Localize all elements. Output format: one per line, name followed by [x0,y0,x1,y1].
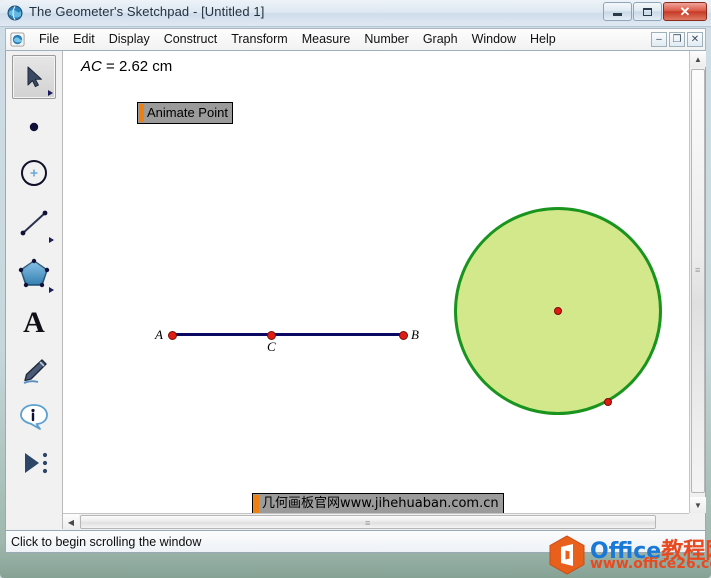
horizontal-scrollbar[interactable]: ◀ ≡ [63,513,690,530]
point-b-label[interactable]: B [411,327,419,343]
scroll-left-button[interactable]: ◀ [63,514,79,530]
menu-construct[interactable]: Construct [157,30,225,49]
vertical-scroll-grip: ≡ [695,266,700,275]
scroll-up-button[interactable]: ▲ [690,51,706,67]
menu-help[interactable]: Help [523,30,563,49]
information-tool[interactable] [12,395,56,439]
measurement-name: AC [81,58,102,75]
mdi-close-button[interactable]: ✕ [687,32,703,47]
straightedge-tool[interactable] [12,201,56,245]
document-icon[interactable] [10,32,25,47]
circle-center-point[interactable] [554,307,562,315]
vertical-scrollbar[interactable]: ▲ ≡ ▼ [689,51,705,513]
point-a-label[interactable]: A [155,327,163,343]
mdi-controls: – ❐ ✕ [651,32,703,47]
minimize-icon [613,13,622,16]
point-a[interactable] [168,331,177,340]
point-tool[interactable] [12,105,56,149]
scrollbar-corner [689,513,705,530]
maximize-button[interactable] [633,2,662,21]
text-tool-letter-icon: A [23,308,45,338]
maximize-icon [643,8,652,16]
circle-radius-point[interactable] [604,398,612,406]
tool-palette: A [6,51,63,529]
close-button[interactable]: ✕ [663,2,707,21]
tool-submenu-arrow-icon[interactable] [48,90,53,96]
menu-edit[interactable]: Edit [66,30,102,49]
horizontal-scroll-thumb[interactable]: ≡ [80,515,656,529]
mdi-restore-button[interactable]: ❐ [669,32,685,47]
custom-tool[interactable] [12,441,56,485]
text-tool[interactable]: A [12,301,56,345]
point-c-label[interactable]: C [267,339,276,355]
horizontal-scroll-grip: ≡ [365,519,370,528]
menu-bar: File Edit Display Construct Transform Me… [5,28,706,51]
tool-submenu-arrow-icon[interactable] [49,287,54,293]
measurement-label[interactable]: AC = 2.62 cm [81,58,172,75]
scroll-down-button[interactable]: ▼ [690,497,706,513]
window-controls: ✕ [603,2,707,21]
document-client-area: A [5,51,706,531]
sketchpad-globe-icon [7,5,23,21]
menu-display[interactable]: Display [102,30,157,49]
animate-point-button[interactable]: Animate Point [137,102,233,124]
marker-pen-tool[interactable] [12,349,56,393]
status-message: Click to begin scrolling the window [11,535,201,549]
menu-measure[interactable]: Measure [295,30,358,49]
minimize-button[interactable] [603,2,632,21]
office-hex-icon [548,535,586,575]
point-b[interactable] [399,331,408,340]
compass-circle-tool[interactable] [12,151,56,195]
office-tutorial-logo: Office教程网 www.office26.com [544,529,709,577]
polygon-tool[interactable] [12,251,56,295]
menu-number[interactable]: Number [357,30,415,49]
window-title: The Geometer's Sketchpad - [Untitled 1] [29,4,264,19]
title-bar: The Geometer's Sketchpad - [Untitled 1] … [0,0,711,27]
menu-file[interactable]: File [32,30,66,49]
selection-arrow-tool[interactable] [12,55,56,99]
tool-submenu-arrow-icon[interactable] [49,237,54,243]
menu-transform[interactable]: Transform [224,30,295,49]
menu-graph[interactable]: Graph [416,30,465,49]
sketchpad-window: The Geometer's Sketchpad - [Untitled 1] … [0,0,711,578]
mdi-minimize-button[interactable]: – [651,32,667,47]
menu-window[interactable]: Window [465,30,523,49]
logo-url: www.office26.com [590,556,711,572]
measurement-value: = 2.62 cm [102,58,172,75]
vertical-scroll-thumb[interactable]: ≡ [691,69,705,493]
segment-ab[interactable] [172,333,403,336]
watermark-text-label[interactable]: 几何画板官网www.jihehuaban.com.cn [252,493,504,513]
sketch-canvas[interactable]: AC = 2.62 cm Animate Point A C B 几何画板官网w… [63,51,690,513]
